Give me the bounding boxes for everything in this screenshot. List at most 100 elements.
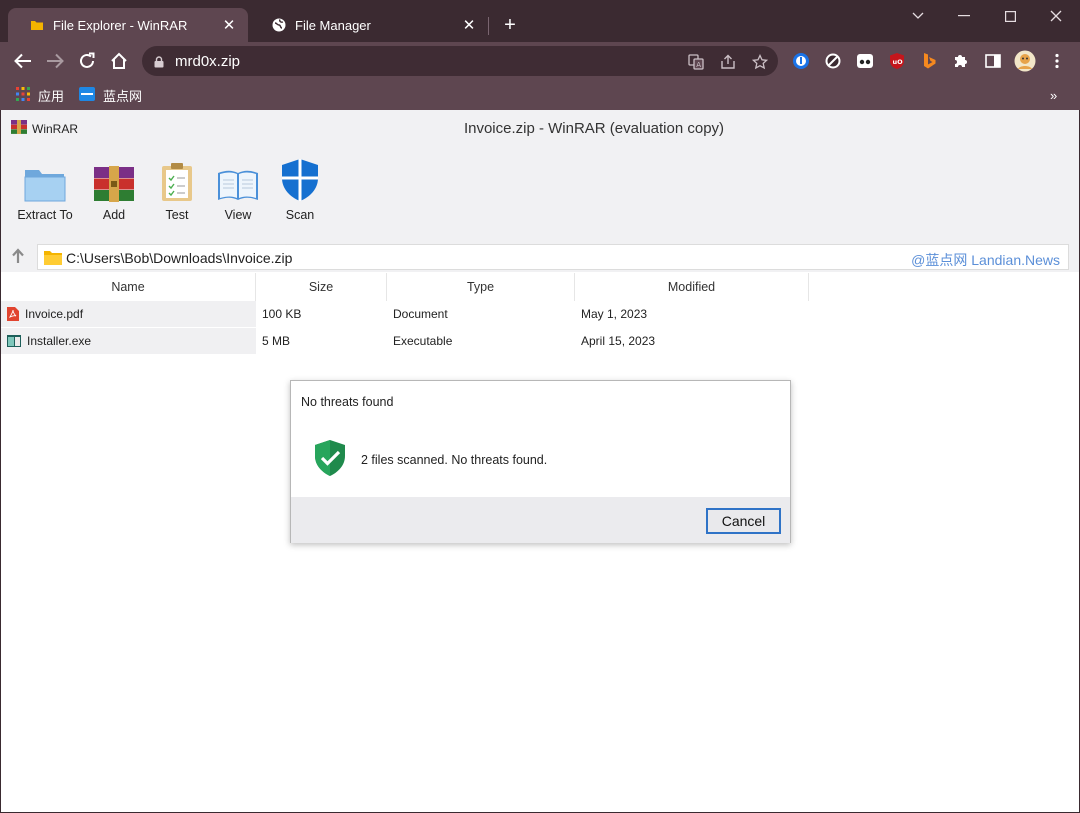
globe-icon <box>272 18 286 32</box>
ublock-icon[interactable]: uO <box>888 52 906 70</box>
more-vertical-icon[interactable] <box>1048 52 1066 70</box>
bookmark-site-icon <box>79 86 95 104</box>
home-icon <box>111 52 127 69</box>
back-button[interactable] <box>11 49 35 73</box>
page-content: WinRAR Invoice.zip - WinRAR (evaluation … <box>1 110 1079 812</box>
file-modified: May 1, 2023 <box>581 307 648 321</box>
translate-icon[interactable]: A <box>687 53 705 71</box>
test-label: Test <box>165 208 189 222</box>
file-name-cell[interactable]: Invoice.pdf <box>1 301 256 327</box>
close-icon[interactable]: ✕ <box>460 16 478 34</box>
folder-icon <box>15 158 75 202</box>
close-window-button[interactable] <box>1033 6 1079 26</box>
bookmarks-bar: 应用 蓝点网 » <box>0 80 1080 110</box>
add-button[interactable]: Add <box>91 158 137 222</box>
exe-icon <box>7 335 21 347</box>
file-type: Document <box>393 307 448 321</box>
star-icon[interactable] <box>751 53 769 71</box>
lock-icon[interactable] <box>154 55 164 73</box>
file-modified: April 15, 2023 <box>581 334 656 348</box>
bookmark-label: 应用 <box>38 88 65 104</box>
column-header-type[interactable]: Type <box>387 273 575 301</box>
bing-icon[interactable] <box>920 52 938 70</box>
cancel-button[interactable]: Cancel <box>706 508 781 534</box>
avatar[interactable] <box>1014 50 1036 72</box>
table-row[interactable]: Installer.exe 5 MB Executable April 15, … <box>1 328 1079 354</box>
file-type: Executable <box>393 334 453 348</box>
shield-check-icon <box>313 439 347 482</box>
clipboard-check-icon <box>154 158 200 202</box>
scan-button[interactable]: Scan <box>277 158 323 222</box>
forward-button[interactable] <box>43 49 67 73</box>
reload-icon <box>80 52 95 68</box>
window-title: Invoice.zip - WinRAR (evaluation copy) <box>463 120 725 137</box>
path-input[interactable]: C:\Users\Bob\Downloads\Invoice.zip @蓝点网 … <box>37 244 1069 270</box>
svg-text:uO: uO <box>893 58 904 66</box>
tab-file-manager[interactable]: File Manager ✕ <box>250 8 488 42</box>
share-icon[interactable] <box>719 53 737 71</box>
open-book-icon <box>215 158 261 202</box>
winrar-books-icon <box>91 158 137 202</box>
path-bar: C:\Users\Bob\Downloads\Invoice.zip @蓝点网 … <box>1 242 1079 272</box>
dialog-title: No threats found <box>301 395 394 409</box>
folder-icon <box>44 250 62 270</box>
maximize-button[interactable] <box>987 6 1033 26</box>
file-name: Invoice.pdf <box>25 307 84 321</box>
extract-to-label: Extract To <box>17 208 73 222</box>
column-header-name[interactable]: Name <box>1 273 256 301</box>
minimize-icon <box>958 15 970 17</box>
file-name: Installer.exe <box>27 334 92 348</box>
dialog-footer: Cancel <box>291 497 790 543</box>
dialog-message: 2 files scanned. No threats found. <box>361 453 548 467</box>
tab-title: File Manager <box>295 17 371 33</box>
svg-text:A: A <box>696 61 701 69</box>
spy-extension-icon[interactable] <box>856 52 874 70</box>
new-tab-button[interactable]: + <box>499 15 521 37</box>
file-size: 5 MB <box>262 334 291 348</box>
file-name-cell[interactable]: Installer.exe <box>1 328 256 354</box>
scan-label: Scan <box>285 208 315 222</box>
table-row[interactable]: Invoice.pdf 100 KB Document May 1, 2023 <box>1 301 1079 327</box>
tab-file-explorer[interactable]: File Explorer - WinRAR ✕ <box>8 8 248 42</box>
shield-icon <box>277 158 323 202</box>
path-text: C:\Users\Bob\Downloads\Invoice.zip <box>66 250 293 266</box>
extract-to-button[interactable]: Extract To <box>15 158 75 222</box>
apps-grid-icon <box>16 86 30 104</box>
home-button[interactable] <box>107 49 131 73</box>
view-button[interactable]: View <box>215 158 261 222</box>
column-header-modified[interactable]: Modified <box>575 273 809 301</box>
bookmark-label: 蓝点网 <box>103 88 143 104</box>
tab-title: File Explorer - WinRAR <box>53 17 188 33</box>
close-icon[interactable]: ✕ <box>220 16 238 34</box>
bookmark-apps[interactable]: 应用 <box>16 86 64 104</box>
puzzle-icon[interactable] <box>952 52 970 70</box>
address-text: mrd0x.zip <box>175 53 241 70</box>
reload-button[interactable] <box>75 49 99 73</box>
address-bar[interactable]: mrd0x.zip A <box>142 46 778 76</box>
password-manager-extension-icon[interactable] <box>792 52 810 70</box>
arrow-left-icon <box>14 53 31 69</box>
tab-separator <box>488 17 489 35</box>
minimize-button[interactable] <box>941 6 987 26</box>
folder-icon <box>30 18 44 32</box>
arrow-right-icon <box>47 53 64 69</box>
add-label: Add <box>102 208 126 222</box>
chevron-down-icon <box>912 12 924 19</box>
browser-toolbar: mrd0x.zip A uO <box>0 42 1080 80</box>
close-icon <box>1050 10 1062 22</box>
bookmark-landian[interactable]: 蓝点网 <box>79 86 142 104</box>
column-header-size[interactable]: Size <box>256 273 387 301</box>
arrow-up-icon[interactable] <box>11 248 25 269</box>
watermark: @蓝点网 Landian.News <box>911 252 1060 268</box>
app-header: WinRAR Invoice.zip - WinRAR (evaluation … <box>1 110 1079 242</box>
bookmarks-overflow-button[interactable]: » <box>1050 86 1057 104</box>
side-panel-icon[interactable] <box>984 52 1002 70</box>
tab-search-button[interactable] <box>895 6 941 26</box>
test-button[interactable]: Test <box>154 158 200 222</box>
scan-result-dialog: No threats found 2 files scanned. No thr… <box>290 380 791 543</box>
maximize-icon <box>1004 10 1016 22</box>
pdf-icon <box>7 307 19 321</box>
file-size: 100 KB <box>262 307 302 321</box>
browser-tab-strip: File Explorer - WinRAR ✕ File Manager ✕ … <box>0 0 1080 42</box>
block-extension-icon[interactable] <box>824 52 842 70</box>
